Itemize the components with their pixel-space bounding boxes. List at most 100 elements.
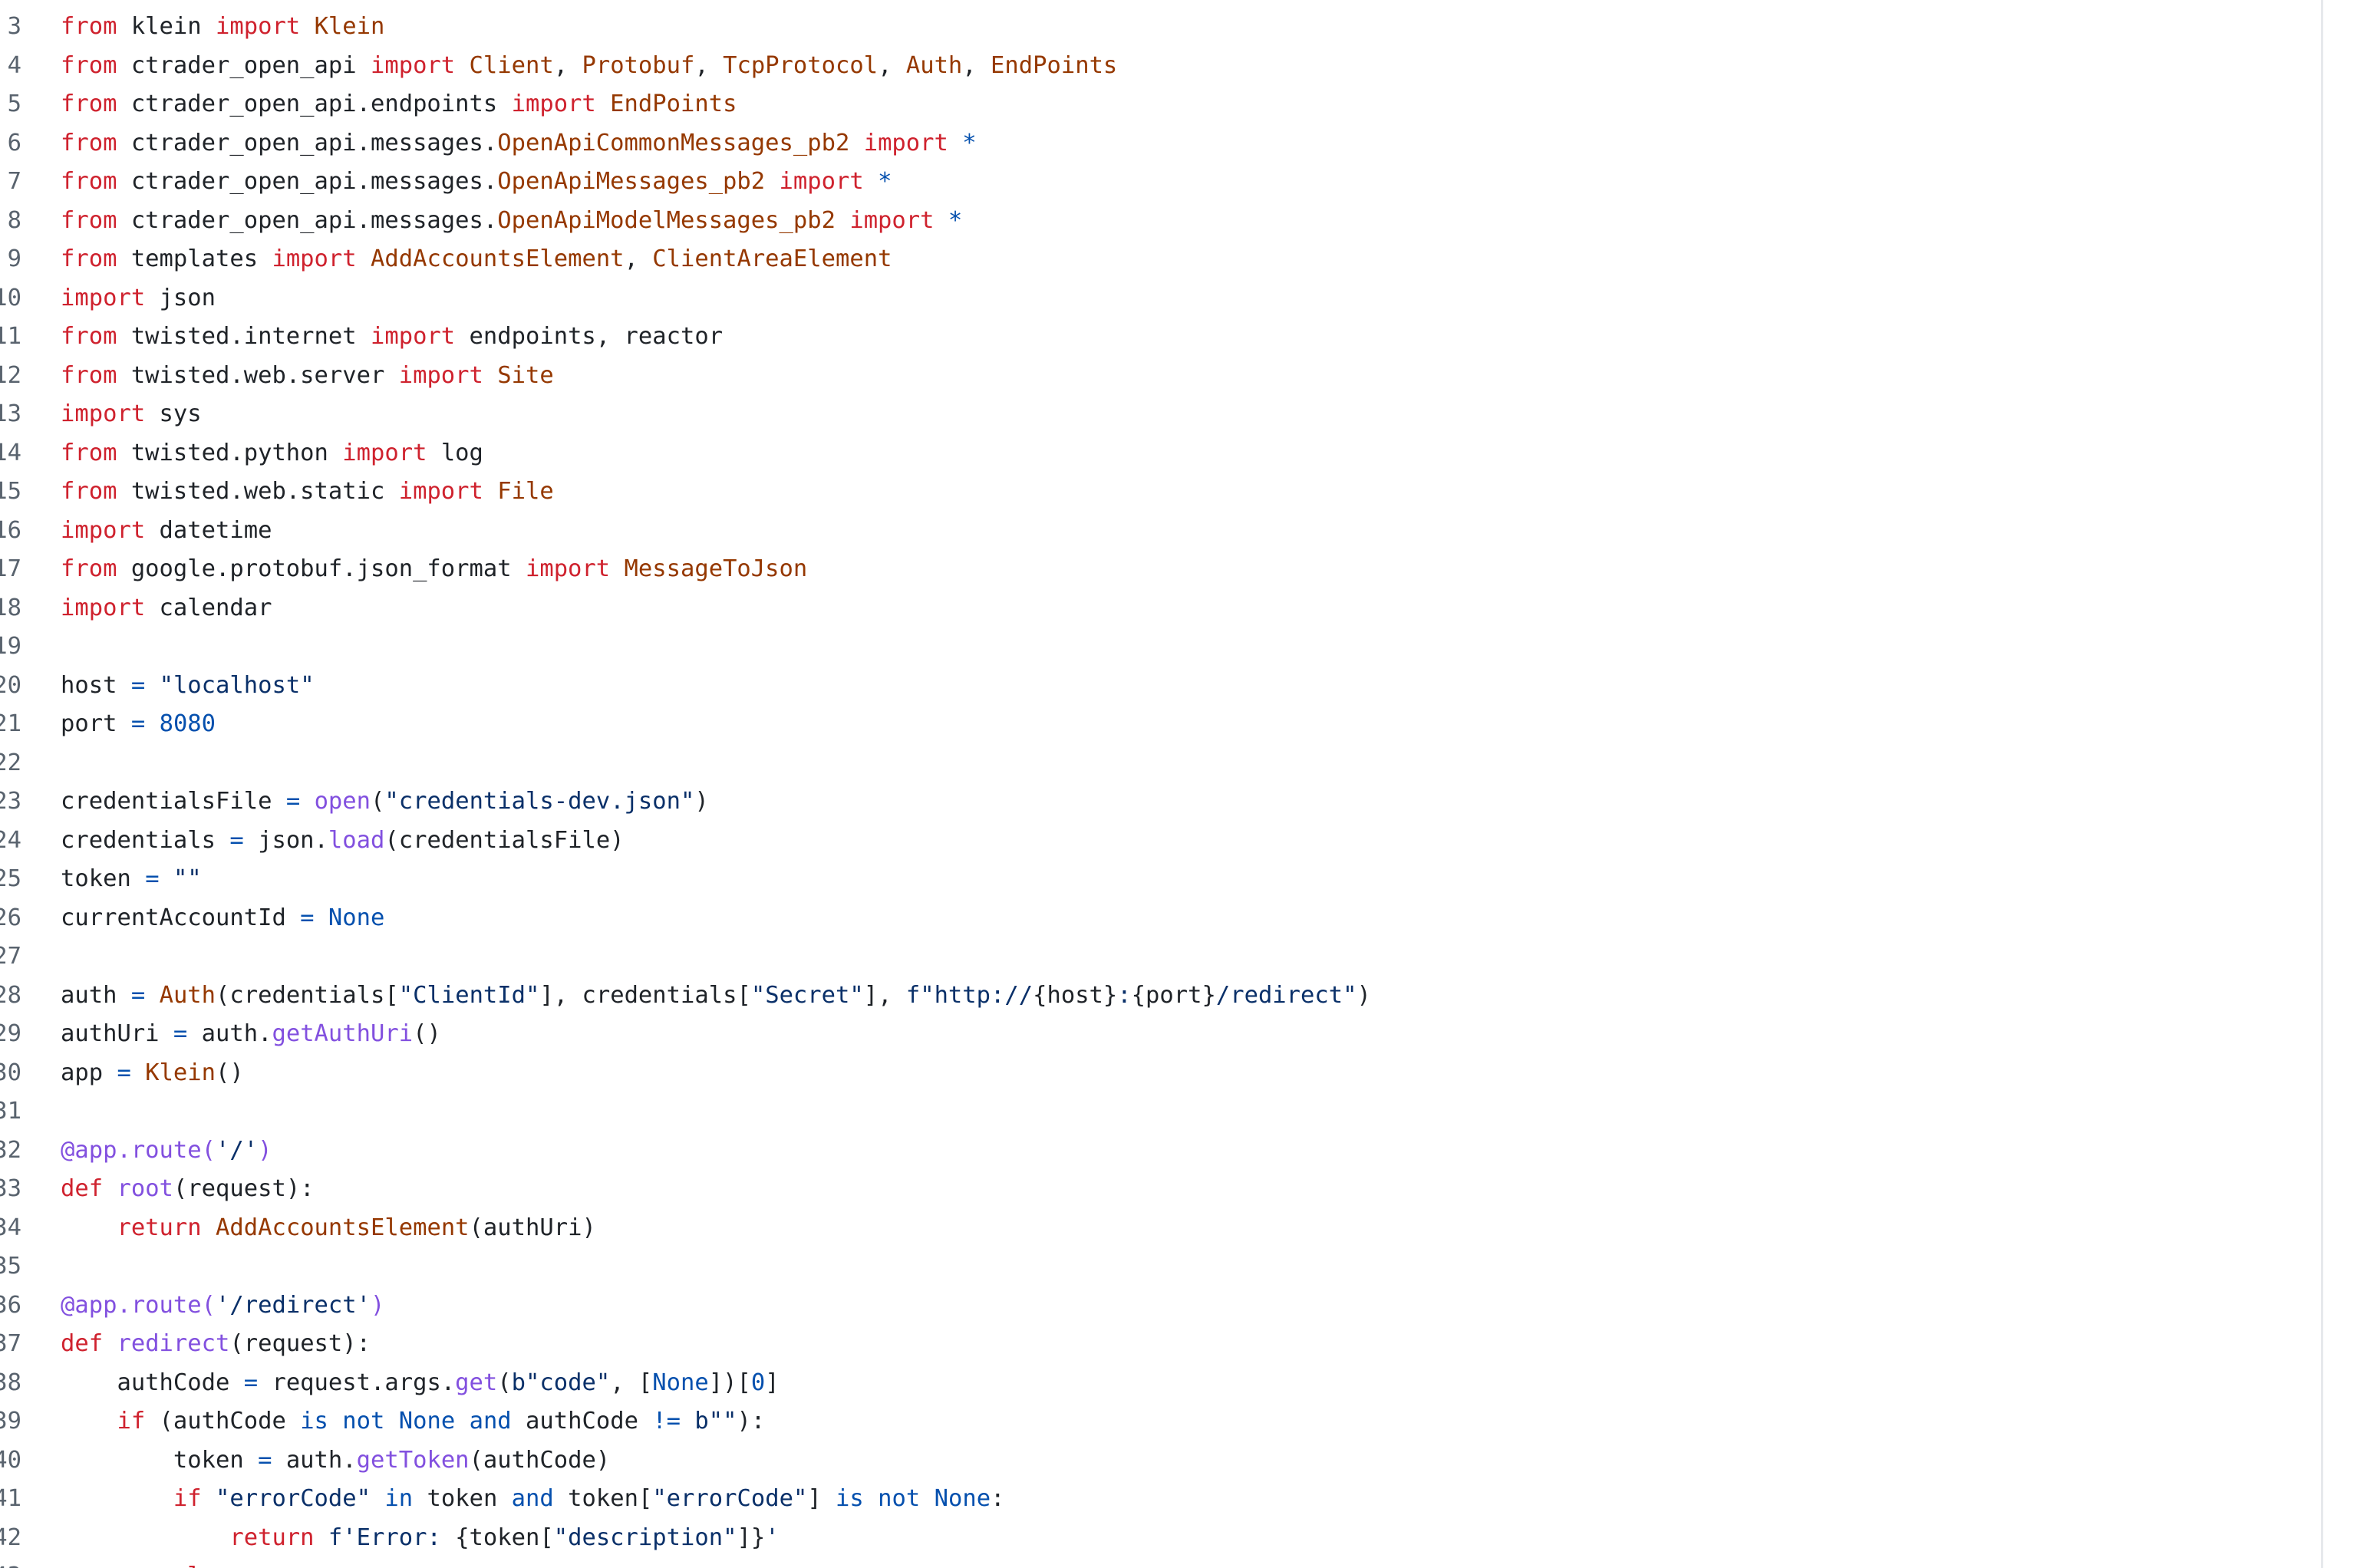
code-token: * <box>948 206 963 234</box>
line-number[interactable]: 26 <box>0 899 21 938</box>
code-token: calendar <box>145 594 272 621</box>
line-number[interactable]: 6 <box>0 124 21 163</box>
line-number[interactable]: 7 <box>0 163 21 202</box>
code-token: != <box>652 1408 681 1435</box>
line-number[interactable]: 23 <box>0 782 21 822</box>
code-token: f"http:// <box>905 981 1033 1009</box>
line-number[interactable]: 35 <box>0 1247 21 1286</box>
code-token: token <box>413 1485 512 1512</box>
line-number[interactable]: 43 <box>0 1557 21 1568</box>
line-number[interactable]: 13 <box>0 395 21 434</box>
line-code: from ctrader_open_api import Client, Pro… <box>61 47 1117 86</box>
line-number[interactable]: 10 <box>0 279 21 318</box>
code-token: get <box>455 1369 498 1396</box>
line-number[interactable]: 16 <box>0 512 21 551</box>
code-token: , <box>553 51 582 79</box>
line-number[interactable]: 12 <box>0 357 21 396</box>
code-token: Auth <box>159 981 216 1009</box>
code-line: 13 import sys <box>0 395 2320 434</box>
line-number[interactable]: 27 <box>0 937 21 977</box>
code-viewer: 3 from klein import Klein 4 from ctrader_op… <box>0 0 2320 1568</box>
code-token: {port} <box>1131 981 1216 1009</box>
line-number[interactable]: 29 <box>0 1015 21 1054</box>
code-token: Auth <box>905 51 963 79</box>
line-code: currentAccountId = None <box>61 899 384 938</box>
code-token: None <box>652 1369 709 1396</box>
line-code: authCode = request.args.get(b"code", [No… <box>61 1364 779 1403</box>
code-line: 4 from ctrader_open_api import Client, Pr… <box>0 47 2320 86</box>
line-number[interactable]: 9 <box>0 240 21 279</box>
code-token: import <box>61 516 146 544</box>
line-number[interactable]: 22 <box>0 744 21 783</box>
code-token: is not <box>300 1408 385 1435</box>
code-token: authCode <box>511 1408 653 1435</box>
code-token: (authCode <box>145 1408 301 1435</box>
line-number[interactable]: 34 <box>0 1209 21 1248</box>
line-number[interactable]: 33 <box>0 1170 21 1209</box>
code-line: 25 token = "" <box>0 860 2320 899</box>
line-number[interactable]: 38 <box>0 1364 21 1403</box>
line-number[interactable]: 11 <box>0 318 21 357</box>
code-token: from <box>61 323 117 350</box>
line-number[interactable]: 32 <box>0 1132 21 1171</box>
line-number[interactable]: 3 <box>0 8 21 47</box>
code-line: 26 currentAccountId = None <box>0 899 2320 938</box>
code-token: '/' <box>216 1136 259 1164</box>
code-token: (credentials[ <box>216 981 399 1009</box>
code-token: from <box>61 439 117 466</box>
line-number[interactable]: 30 <box>0 1054 21 1093</box>
code-line: 20 host = "localhost" <box>0 667 2320 706</box>
code-lines: 3 from klein import Klein 4 from ctrader_op… <box>0 8 2320 1568</box>
code-token: import <box>398 361 483 389</box>
code-token: = <box>243 1369 259 1396</box>
line-number[interactable]: 25 <box>0 860 21 899</box>
line-number[interactable]: 28 <box>0 977 21 1016</box>
line-number[interactable]: 31 <box>0 1092 21 1132</box>
code-line: 21 port = 8080 <box>0 705 2320 744</box>
line-number[interactable]: 24 <box>0 822 21 861</box>
line-number[interactable]: 15 <box>0 473 21 512</box>
line-number[interactable]: 18 <box>0 589 21 628</box>
line-number[interactable]: 19 <box>0 628 21 667</box>
line-number[interactable]: 41 <box>0 1480 21 1519</box>
line-number[interactable]: 37 <box>0 1325 21 1364</box>
line-number[interactable]: 36 <box>0 1286 21 1326</box>
code-token: from <box>61 206 117 234</box>
code-token: 0 <box>750 1369 766 1396</box>
code-token: = <box>117 1059 131 1086</box>
code-line: 19 <box>0 628 2320 667</box>
line-number[interactable]: 5 <box>0 85 21 124</box>
code-token: = <box>130 981 146 1009</box>
line-number[interactable]: 14 <box>0 434 21 473</box>
code-token: ): <box>737 1408 766 1435</box>
line-number[interactable]: 17 <box>0 550 21 589</box>
code-token: root <box>117 1175 173 1202</box>
line-code: if (authCode is not None and authCode !=… <box>61 1402 765 1441</box>
code-token: return <box>229 1524 315 1551</box>
line-number[interactable]: 40 <box>0 1441 21 1481</box>
line-code: token = "" <box>61 860 202 899</box>
line-number[interactable]: 8 <box>0 202 21 241</box>
code-token: b"code" <box>511 1369 611 1396</box>
code-token: import <box>61 594 146 621</box>
code-line: 16 import datetime <box>0 512 2320 551</box>
line-number[interactable]: 20 <box>0 667 21 706</box>
line-number[interactable]: 39 <box>0 1402 21 1441</box>
line-number[interactable]: 21 <box>0 705 21 744</box>
code-token: ClientAreaElement <box>652 245 892 272</box>
line-number[interactable]: 42 <box>0 1519 21 1558</box>
code-token: f'Error: <box>328 1524 456 1551</box>
vertical-scrollbar[interactable] <box>2321 0 2323 1568</box>
code-token: datetime <box>145 516 272 544</box>
line-code: port = 8080 <box>61 705 216 744</box>
line-code: from twisted.python import log <box>61 434 483 473</box>
line-number[interactable]: 4 <box>0 47 21 86</box>
code-token: "localhost" <box>159 671 315 699</box>
code-token: credentials <box>61 826 230 854</box>
